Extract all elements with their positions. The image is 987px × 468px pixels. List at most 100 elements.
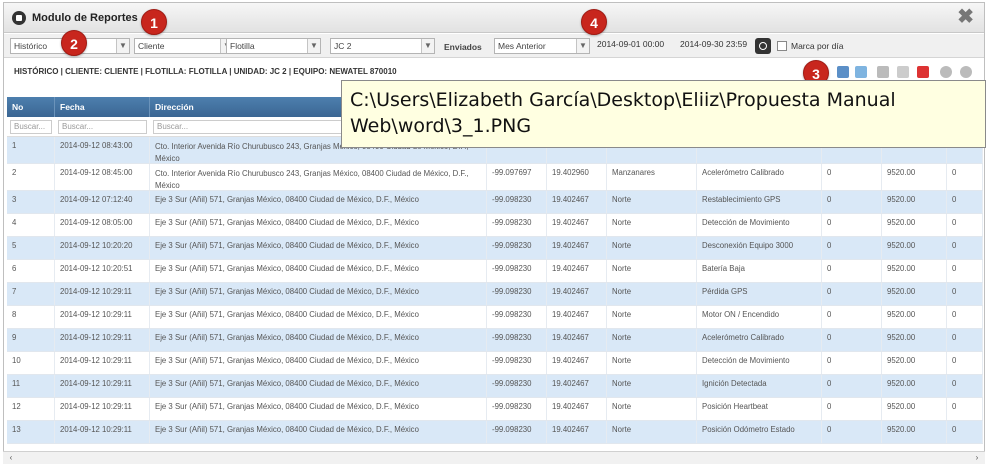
table-row[interactable]: 12 2014-09-12 10:29:11 Eje 3 Sur (Añil) 57… xyxy=(7,398,983,421)
cell-latitude: 19.402467 xyxy=(547,375,607,397)
table-row[interactable]: 13 2014-09-12 10:29:11 Eje 3 Sur (Añil) 57… xyxy=(7,421,983,444)
table-row[interactable]: 11 2014-09-12 10:29:11 Eje 3 Sur (Añil) 57… xyxy=(7,375,983,398)
cell-date: 2014-09-12 08:45:00 xyxy=(55,164,150,190)
cell-date: 2014-09-12 10:20:20 xyxy=(55,237,150,259)
cell-direction: Norte xyxy=(607,352,697,374)
table-row[interactable]: 3 2014-09-12 07:12:40 Eje 3 Sur (Añil) 571… xyxy=(7,191,983,214)
cell-longitude: -99.098230 xyxy=(487,306,547,328)
period-value: Mes Anterior xyxy=(498,41,546,51)
cell-speed: 0 xyxy=(822,260,882,282)
app-icon xyxy=(12,11,26,25)
table-row[interactable]: 6 2014-09-12 10:20:51 Eje 3 Sur (Añil) 571… xyxy=(7,260,983,283)
cell-no: 8 xyxy=(7,306,55,328)
cell-extra: 0 xyxy=(947,421,983,443)
scroll-right-icon[interactable]: › xyxy=(971,453,983,463)
cell-odometer: 9520.00 xyxy=(882,260,947,282)
table-row[interactable]: 4 2014-09-12 08:05:00 Eje 3 Sur (Añil) 571… xyxy=(7,214,983,237)
period-select[interactable]: Mes Anterior ▼ xyxy=(494,38,590,54)
filter-input-no[interactable]: Buscar... xyxy=(10,120,52,134)
map-icon[interactable] xyxy=(837,66,849,78)
cell-latitude: 19.402467 xyxy=(547,306,607,328)
cell-speed: 0 xyxy=(822,164,882,190)
cell-direction: Norte xyxy=(607,237,697,259)
cell-date: 2014-09-12 10:29:11 xyxy=(55,352,150,374)
mark-per-day-checkbox[interactable] xyxy=(777,41,787,51)
cell-event: Posición Heartbeat xyxy=(697,398,822,420)
cell-longitude: -99.097697 xyxy=(487,164,547,190)
cell-no: 12 xyxy=(7,398,55,420)
annotation-badge-1: 1 xyxy=(141,9,167,35)
horizontal-scrollbar[interactable]: ‹ › xyxy=(3,451,985,464)
cell-longitude: -99.098230 xyxy=(487,398,547,420)
cell-address: Eje 3 Sur (Añil) 571, Granjas México, 08… xyxy=(150,306,487,328)
cell-odometer: 9520.00 xyxy=(882,398,947,420)
cell-speed: 0 xyxy=(822,237,882,259)
cell-longitude: -99.098230 xyxy=(487,260,547,282)
cell-event: Detección de Movimiento xyxy=(697,214,822,236)
help-icon[interactable] xyxy=(960,66,972,78)
chevron-down-icon: ▼ xyxy=(307,39,320,53)
table-row[interactable]: 5 2014-09-12 10:20:20 Eje 3 Sur (Añil) 571… xyxy=(7,237,983,260)
cell-date: 2014-09-12 10:29:11 xyxy=(55,398,150,420)
cell-speed: 0 xyxy=(822,191,882,213)
cell-latitude: 19.402467 xyxy=(547,398,607,420)
table-row[interactable]: 2 2014-09-12 08:45:00 Cto. Interior Avenid… xyxy=(7,164,983,191)
cell-event: Acelerómetro Calibrado xyxy=(697,329,822,351)
cell-direction: Norte xyxy=(607,398,697,420)
cell-event: Restablecimiento GPS xyxy=(697,191,822,213)
cell-speed: 0 xyxy=(822,352,882,374)
cell-event: Detección de Movimiento xyxy=(697,352,822,374)
cell-event: Motor ON / Encendido xyxy=(697,306,822,328)
cell-event: Pérdida GPS xyxy=(697,283,822,305)
settings-icon[interactable] xyxy=(940,66,952,78)
report-type-value: Histórico xyxy=(14,41,48,51)
column-header-no[interactable]: No xyxy=(7,97,55,117)
cell-latitude: 19.402467 xyxy=(547,237,607,259)
table-row[interactable]: 7 2014-09-12 10:29:11 Eje 3 Sur (Añil) 571… xyxy=(7,283,983,306)
end-date[interactable]: 2014-09-30 23:59 xyxy=(680,39,747,49)
cell-odometer: 9520.00 xyxy=(882,329,947,351)
cell-direction: Norte xyxy=(607,306,697,328)
document-icon[interactable] xyxy=(855,66,867,78)
cell-speed: 0 xyxy=(822,306,882,328)
search-button[interactable] xyxy=(755,38,771,54)
unit-select[interactable]: JC 2 ▼ xyxy=(330,38,435,54)
scroll-left-icon[interactable]: ‹ xyxy=(5,453,17,463)
cell-date: 2014-09-12 10:29:11 xyxy=(55,375,150,397)
start-date[interactable]: 2014-09-01 00:00 xyxy=(597,39,664,49)
cell-direction: Norte xyxy=(607,329,697,351)
cell-extra: 0 xyxy=(947,329,983,351)
fleet-select[interactable]: Flotilla ▼ xyxy=(226,38,321,54)
client-select[interactable]: Cliente ▼ xyxy=(134,38,234,54)
cell-speed: 0 xyxy=(822,375,882,397)
chevron-down-icon: ▼ xyxy=(576,39,589,53)
cell-extra: 0 xyxy=(947,260,983,282)
cell-odometer: 9520.00 xyxy=(882,191,947,213)
cell-direction: Norte xyxy=(607,421,697,443)
cell-date: 2014-09-12 08:05:00 xyxy=(55,214,150,236)
cell-extra: 0 xyxy=(947,191,983,213)
mail-icon[interactable] xyxy=(897,66,909,78)
pdf-icon[interactable] xyxy=(917,66,929,78)
table-row[interactable]: 9 2014-09-12 10:29:11 Eje 3 Sur (Añil) 571… xyxy=(7,329,983,352)
cell-direction: Manzanares xyxy=(607,164,697,190)
table-row[interactable]: 10 2014-09-12 10:29:11 Eje 3 Sur (Añil) 57… xyxy=(7,352,983,375)
cell-no: 6 xyxy=(7,260,55,282)
annotation-badge-2: 2 xyxy=(61,30,87,56)
cell-odometer: 9520.00 xyxy=(882,214,947,236)
cell-longitude: -99.098230 xyxy=(487,329,547,351)
cell-address: Eje 3 Sur (Añil) 571, Granjas México, 08… xyxy=(150,398,487,420)
mark-per-day-label: Marca por día xyxy=(791,41,844,51)
chevron-down-icon: ▼ xyxy=(421,39,434,53)
cell-no: 2 xyxy=(7,164,55,190)
filter-input-date[interactable]: Buscar... xyxy=(58,120,147,134)
column-header-date[interactable]: Fecha xyxy=(55,97,150,117)
cell-date: 2014-09-12 10:29:11 xyxy=(55,306,150,328)
cell-longitude: -99.098230 xyxy=(487,237,547,259)
cell-odometer: 9520.00 xyxy=(882,283,947,305)
window-title: Modulo de Reportes xyxy=(32,12,138,24)
table-row[interactable]: 8 2014-09-12 10:29:11 Eje 3 Sur (Añil) 571… xyxy=(7,306,983,329)
close-icon[interactable]: ✖ xyxy=(957,7,974,27)
print-icon[interactable] xyxy=(877,66,889,78)
cell-extra: 0 xyxy=(947,214,983,236)
